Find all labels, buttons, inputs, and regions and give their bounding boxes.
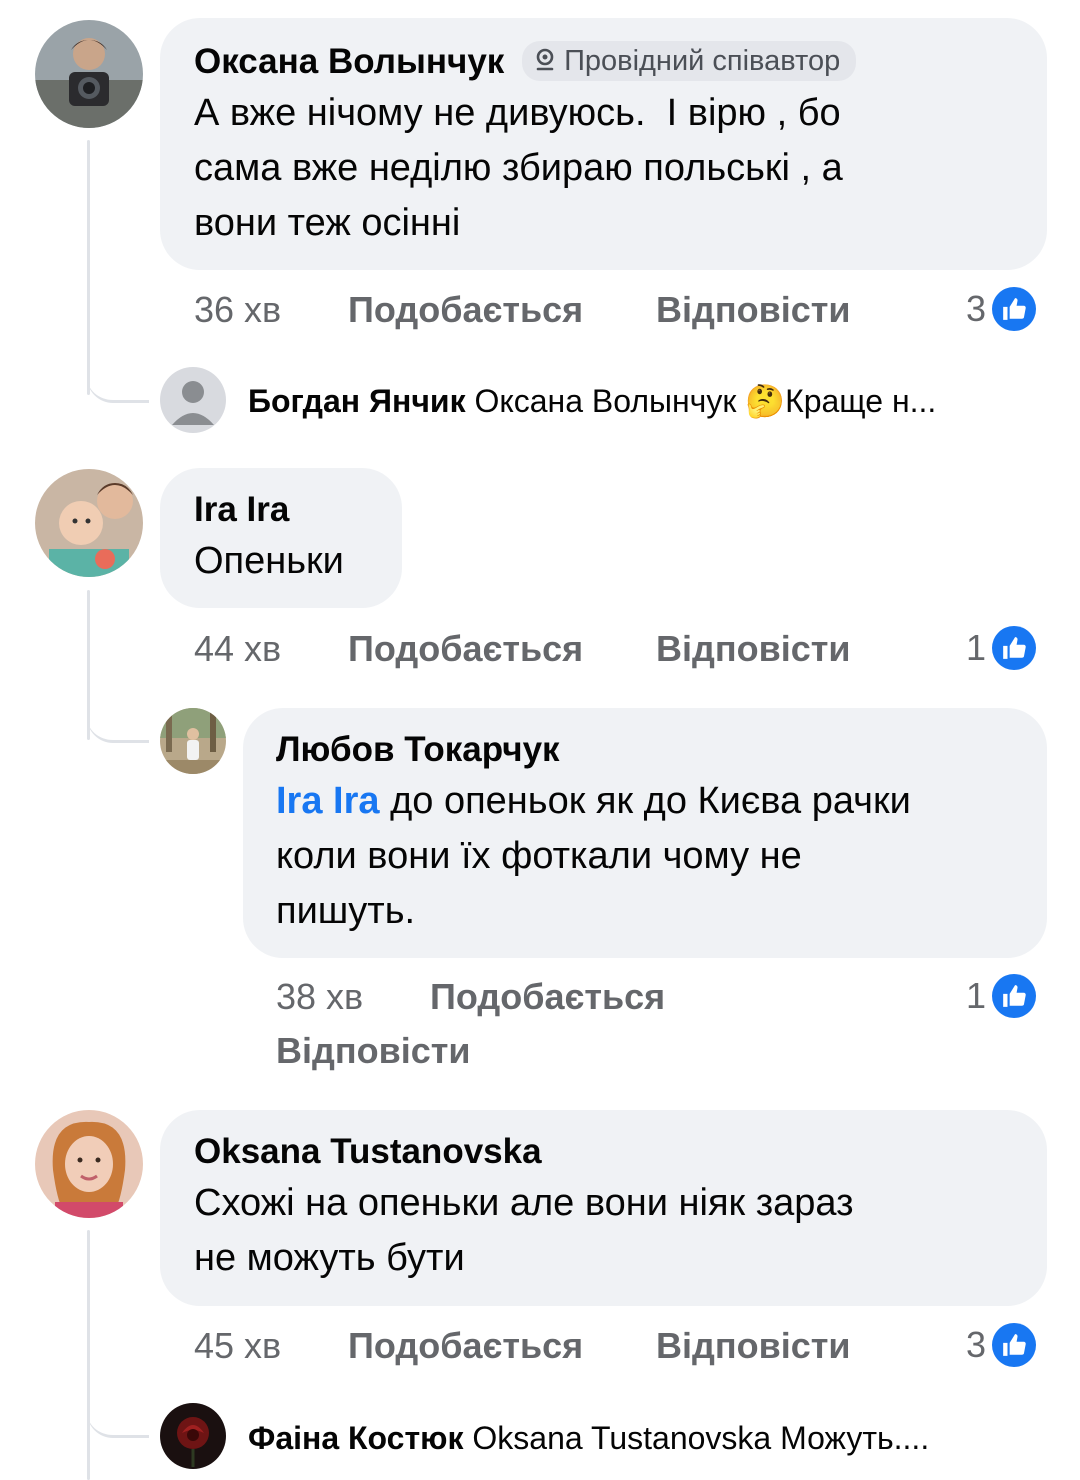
like-button[interactable]: Подобається xyxy=(430,975,665,1019)
comment-author[interactable]: Ira Ira xyxy=(194,488,402,532)
reaction-count: 1 xyxy=(966,627,987,668)
avatar[interactable] xyxy=(35,469,143,577)
reply-preview[interactable]: Фаіна Костюк Oksana Tustanovska Можуть..… xyxy=(248,1416,929,1460)
like-reaction-icon xyxy=(992,287,1037,331)
thread-line xyxy=(87,1230,90,1480)
like-reaction-icon xyxy=(992,1323,1037,1367)
avatar[interactable] xyxy=(160,708,226,774)
comment-line: Ira Ira до опеньок як до Києва рачки xyxy=(276,774,1047,829)
reply-author[interactable]: Фаіна Костюк xyxy=(248,1420,463,1456)
timestamp[interactable]: 36 хв xyxy=(194,288,281,332)
reaction-count: 1 xyxy=(966,975,987,1016)
avatar[interactable] xyxy=(160,1403,226,1469)
thread-line xyxy=(87,140,90,395)
comment-bubble: Любов Токарчук Ira Ira до опеньок як до … xyxy=(243,708,1047,958)
reply-button[interactable]: Відповісти xyxy=(656,627,851,671)
thread-connector xyxy=(87,1395,149,1438)
comment-line: коли вони їх фоткали чому не xyxy=(276,835,802,877)
badge-icon xyxy=(536,48,554,71)
comment-text: Схожі на опеньки але вони ніяк зараз не … xyxy=(194,1176,1047,1286)
reply-button[interactable]: Відповісти xyxy=(656,1324,851,1368)
author-name[interactable]: Оксана Волынчук xyxy=(194,42,504,81)
comment-bubble: Ira Ira Опеньки xyxy=(160,468,402,608)
thread-connector xyxy=(87,700,149,743)
thread-connector xyxy=(87,360,149,403)
comment-line: вони теж осінні xyxy=(194,202,461,244)
comment-line: пишуть. xyxy=(276,890,416,932)
comment-bubble: Оксана Волынчук Провідний співавтор А вж… xyxy=(160,18,1047,270)
comment-text: Ira Ira до опеньок як до Києва рачки кол… xyxy=(276,774,1047,939)
timestamp[interactable]: 45 хв xyxy=(194,1324,281,1368)
comment-author[interactable]: Оксана Волынчук Провідний співавтор xyxy=(194,40,1047,84)
comment-line: не можуть бути xyxy=(194,1237,465,1279)
comment-line: Схожі на опеньки але вони ніяк зараз xyxy=(194,1182,854,1224)
like-reaction-icon xyxy=(992,626,1037,670)
like-button[interactable]: Подобається xyxy=(348,1324,583,1368)
reaction-summary[interactable]: 1 xyxy=(966,974,1037,1018)
reply-button[interactable]: Відповісти xyxy=(656,288,851,332)
comment-line: А вже нічому не дивуюсь. І вірю , бо xyxy=(194,92,841,134)
reply-snippet[interactable]: Оксана Волынчук 🤔Краще н... xyxy=(474,383,936,419)
reply-button[interactable]: Відповісти xyxy=(276,1029,471,1073)
comment-text: А вже нічому не дивуюсь. І вірю , бо сам… xyxy=(194,86,1047,251)
comment-line: сама вже неділю збираю польські , а xyxy=(194,147,843,189)
reaction-count: 3 xyxy=(966,1324,987,1365)
timestamp[interactable]: 44 хв xyxy=(194,627,281,671)
badge-label: Провідний співавтор xyxy=(564,44,841,77)
like-button[interactable]: Подобається xyxy=(348,288,583,332)
reaction-summary[interactable]: 3 xyxy=(966,287,1037,331)
contributor-badge: Провідний співавтор xyxy=(522,40,857,81)
reaction-summary[interactable]: 1 xyxy=(966,626,1037,670)
comment-text: Опеньки xyxy=(194,540,344,582)
reaction-count: 3 xyxy=(966,288,987,329)
comment-bubble: Oksana Tustanovska Схожі на опеньки але … xyxy=(160,1110,1047,1306)
comment-line-text: до опеньок як до Києва рачки xyxy=(379,780,911,822)
avatar[interactable] xyxy=(35,20,143,128)
timestamp[interactable]: 38 хв xyxy=(276,975,363,1019)
mention-link[interactable]: Ira Ira xyxy=(276,780,380,822)
avatar-placeholder[interactable] xyxy=(160,367,226,433)
reaction-summary[interactable]: 3 xyxy=(966,1323,1037,1367)
comment-author[interactable]: Любов Токарчук xyxy=(276,728,1047,772)
avatar[interactable] xyxy=(35,1110,143,1218)
reply-preview[interactable]: Богдан Янчик Оксана Волынчук 🤔Краще н... xyxy=(248,379,936,423)
like-button[interactable]: Подобається xyxy=(348,627,583,671)
like-reaction-icon xyxy=(992,974,1037,1018)
comment-author[interactable]: Oksana Tustanovska xyxy=(194,1130,1047,1174)
reply-snippet[interactable]: Oksana Tustanovska Можуть.... xyxy=(472,1420,929,1456)
reply-author[interactable]: Богдан Янчик xyxy=(248,383,466,419)
